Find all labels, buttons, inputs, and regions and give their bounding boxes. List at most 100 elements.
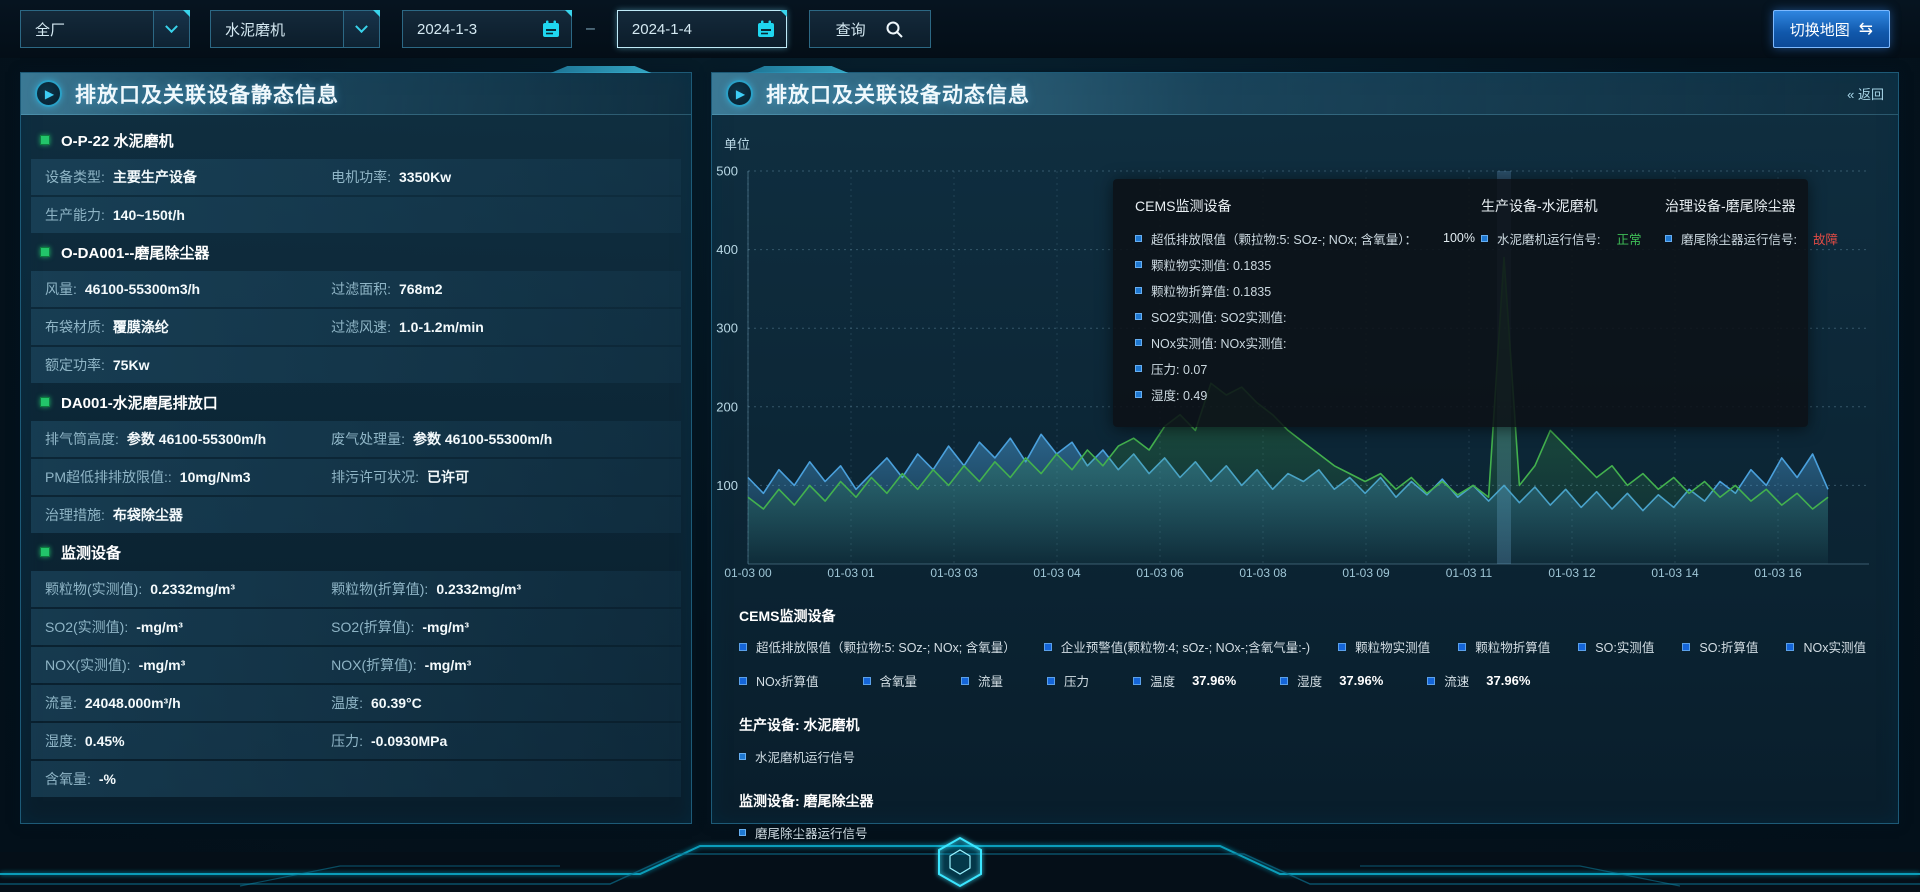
- info-cell: NOX(实测值):-mg/m³: [45, 655, 331, 675]
- legend-item[interactable]: NOx折算值: [739, 671, 819, 690]
- start-date-input[interactable]: 2024-1-3: [402, 10, 572, 48]
- info-value: 参数 46100-55300m/h: [127, 429, 266, 449]
- info-cell: 过滤风速: 1.0-1.2m/min: [331, 317, 484, 337]
- info-cell: 温度:60.39°C: [331, 693, 422, 713]
- legend-item[interactable]: 超低排放限值（颗拉物:5: SOz-; NOx; 含氧量）: [739, 637, 1016, 656]
- legend-item[interactable]: 企业预警值(颗粒物:4; sOz-; NOx-;含氧气量:-): [1044, 637, 1310, 656]
- legend-item[interactable]: NOx实测值: [1786, 637, 1866, 656]
- info-label: 额定功率:: [45, 355, 105, 375]
- tooltip-item: NOx实测值: NOx实测值:: [1135, 329, 1455, 355]
- info-value: 46100-55300m3/h: [85, 281, 200, 297]
- back-link[interactable]: « 返回: [1847, 84, 1884, 103]
- legend-item[interactable]: 流速37.96%: [1427, 671, 1530, 690]
- device-select-chevron[interactable]: [343, 11, 379, 47]
- tooltip-item-label: 颗粒物实测值: 0.1835: [1151, 255, 1271, 274]
- info-cell: 排污许可状况:已许可: [331, 467, 469, 487]
- info-value: 75Kw: [113, 357, 150, 373]
- blue-square-icon: [1135, 287, 1142, 294]
- info-label: 治理措施:: [45, 505, 105, 525]
- info-cell: 颗粒物(实测值):0.2332mg/m³: [45, 579, 331, 599]
- info-value: 布袋除尘器: [113, 505, 183, 525]
- legend-item[interactable]: SO:实测值: [1578, 637, 1654, 656]
- svg-text:单位: 单位: [724, 137, 750, 152]
- blue-square-icon: [1133, 677, 1141, 685]
- legend-monitor-title: 监测设备: 磨尾除尘器: [739, 791, 1866, 811]
- info-cell: NOX(折算值):-mg/m³: [331, 655, 471, 675]
- query-button[interactable]: 查询: [809, 10, 931, 48]
- info-label: 风量:: [45, 279, 77, 299]
- info-value: 参数 46100-55300m/h: [413, 429, 552, 449]
- legend-item-label: NOx折算值: [756, 671, 819, 690]
- info-value: 10mg/Nm3: [180, 469, 251, 485]
- info-value: 1.0-1.2m/min: [399, 319, 484, 335]
- chevron-down-icon: [355, 20, 368, 33]
- blue-square-icon: [1280, 677, 1288, 685]
- info-cell: 压力:-0.0930MPa: [331, 731, 447, 751]
- legend-item[interactable]: SO:折算值: [1682, 637, 1758, 656]
- switch-map-button[interactable]: 切换地图 ⇆: [1773, 10, 1890, 48]
- blue-square-icon: [1135, 313, 1142, 320]
- tooltip-item: 颗粒物实测值: 0.1835: [1135, 251, 1455, 277]
- section-header: O-P-22 水泥磨机: [31, 123, 681, 157]
- info-row: 颗粒物(实测值):0.2332mg/m³颗粒物(折算值):0.2332mg/m³: [31, 571, 681, 607]
- blue-square-icon: [1682, 643, 1690, 651]
- end-date-value: 2024-1-4: [632, 21, 692, 38]
- tooltip-item-label: SO2实测值: SO2实测值:: [1151, 307, 1286, 326]
- tooltip-item-label: 超低排放限值（颗拉物:5: SOz-; NOx; 含氧量）：: [1151, 229, 1417, 248]
- legend-item-value: 37.96%: [1192, 673, 1236, 688]
- info-label: 排污许可状况:: [331, 467, 419, 487]
- switch-arrows-icon: ⇆: [1859, 19, 1873, 39]
- legend-row-1: 超低排放限值（颗拉物:5: SOz-; NOx; 含氧量） 企业预警值(颗粒物:4…: [739, 637, 1866, 656]
- device-select[interactable]: 水泥磨机: [210, 10, 380, 48]
- query-button-label: 查询: [836, 19, 866, 40]
- info-cell: 流量:24048.000m³/h: [45, 693, 331, 713]
- legend-item[interactable]: 含氧量: [863, 671, 918, 690]
- legend-item-label: 湿度: [1297, 671, 1322, 690]
- svg-text:01-03 08: 01-03 08: [1239, 566, 1287, 580]
- legend-item-label: SO:实测值: [1595, 637, 1654, 656]
- legend-item[interactable]: 流量: [961, 671, 1003, 690]
- info-value: -mg/m³: [136, 619, 183, 635]
- info-row: SO2(实测值):-mg/m³SO2(折算值):-mg/m³: [31, 609, 681, 645]
- legend-signal-item[interactable]: 水泥磨机运行信号: [739, 747, 1866, 766]
- legend-monitor-items: 磨尾除尘器运行信号: [739, 823, 1866, 842]
- info-label: 流量:: [45, 693, 77, 713]
- start-date-value: 2024-1-3: [417, 21, 477, 38]
- legend-item[interactable]: 湿度37.96%: [1280, 671, 1383, 690]
- section-header-label: O-DA001--磨尾除尘器: [61, 242, 209, 263]
- legend-signal-item[interactable]: 磨尾除尘器运行信号: [739, 823, 1866, 842]
- plant-select-value: 全厂: [21, 19, 153, 40]
- legend-item-label: 企业预警值(颗粒物:4; sOz-; NOx-;含氧气量:-): [1061, 637, 1310, 656]
- tooltip-item-label: 颗粒物折算值: 0.1835: [1151, 281, 1271, 300]
- legend-cems-title: CEMS监测设备: [739, 606, 1866, 626]
- info-cell: 废气处理量: 参数 46100-55300m/h: [331, 429, 552, 449]
- legend-item[interactable]: 温度 37.96%: [1133, 671, 1236, 690]
- section-bullet-icon: [40, 397, 50, 407]
- plant-select-chevron[interactable]: [153, 11, 189, 47]
- end-date-input[interactable]: 2024-1-4: [617, 10, 787, 48]
- legend-item[interactable]: 颗粒物折算值: [1458, 637, 1550, 656]
- topbar: 全厂 水泥磨机 2024-1-3 – 2024-1-4 查询: [0, 0, 1920, 58]
- legend-item[interactable]: 颗粒物实测值: [1338, 637, 1430, 656]
- svg-text:200: 200: [716, 399, 738, 414]
- info-value: -mg/m³: [422, 619, 469, 635]
- info-label: 布袋材质:: [45, 317, 105, 337]
- info-row: 治理措施: 布袋除尘器: [31, 497, 681, 533]
- tooltip-item-label: NOx实测值: NOx实测值:: [1151, 333, 1286, 352]
- info-label: 废气处理量:: [331, 429, 405, 449]
- info-label: 过滤风速:: [331, 317, 391, 337]
- legend-item-label: 温度: [1150, 671, 1175, 690]
- legend-item[interactable]: 压力: [1047, 671, 1089, 690]
- chevron-down-icon: [165, 20, 178, 33]
- blue-square-icon: [1481, 235, 1488, 242]
- section-header: 监测设备: [31, 535, 681, 569]
- tooltip-treatment-title: 治理设备-磨尾除尘器: [1665, 196, 1838, 216]
- blue-square-icon: [1578, 643, 1586, 651]
- legend-item-label: 超低排放限值（颗拉物:5: SOz-; NOx; 含氧量）: [756, 637, 1016, 656]
- svg-text:01-03 00: 01-03 00: [724, 566, 772, 580]
- tooltip-item-value: 100%: [1443, 231, 1475, 245]
- legend-item-label: 流速: [1444, 671, 1469, 690]
- section-header-label: O-P-22 水泥磨机: [61, 130, 174, 151]
- info-row: 排气筒高度:参数 46100-55300m/h废气处理量:参数 46100-55…: [31, 421, 681, 457]
- plant-select[interactable]: 全厂: [20, 10, 190, 48]
